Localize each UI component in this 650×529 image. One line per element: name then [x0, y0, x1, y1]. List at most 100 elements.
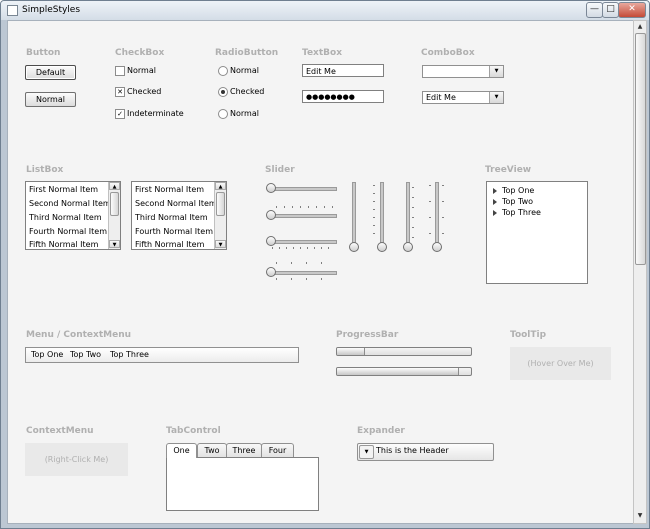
list-item[interactable]: Third Normal Item [135, 213, 208, 222]
list-item[interactable]: Fourth Normal Item [29, 227, 107, 236]
list-item[interactable]: First Normal Item [29, 185, 98, 194]
expand-arrow-icon[interactable] [493, 198, 497, 205]
vslider-4-track[interactable] [435, 182, 439, 248]
listbox-1-scrollbar[interactable]: ▲ ▼ [108, 182, 120, 249]
expand-arrow-icon[interactable] [493, 209, 497, 216]
tick [429, 185, 431, 186]
scroll-thumb[interactable] [635, 33, 646, 265]
tab-one[interactable]: One [166, 443, 197, 458]
hslider-3-track[interactable] [268, 240, 337, 244]
tab-two[interactable]: Two [197, 443, 227, 457]
tick [429, 233, 431, 234]
section-label-radiobutton: RadioButton [215, 48, 279, 58]
scroll-down-icon[interactable]: ▼ [109, 240, 120, 248]
tick [332, 206, 333, 208]
tick [321, 262, 322, 264]
tick [272, 247, 273, 249]
maximize-button[interactable]: □ [602, 2, 619, 18]
scroll-up-icon[interactable]: ▲ [215, 182, 226, 190]
hslider-1-thumb[interactable] [266, 183, 276, 193]
hslider-3-thumb[interactable] [266, 236, 276, 246]
list-item[interactable]: Fourth Normal Item [135, 227, 213, 236]
list-item[interactable]: Third Normal Item [29, 213, 102, 222]
tab-three[interactable]: Three [226, 443, 262, 457]
tick [306, 278, 307, 280]
vslider-1-thumb[interactable] [349, 242, 359, 252]
tick [412, 217, 414, 218]
tick [276, 206, 277, 208]
radio-normal-2[interactable] [218, 109, 228, 119]
chevron-down-icon[interactable]: ▼ [489, 92, 503, 103]
title-bar[interactable]: SimpleStyles — □ ✕ [1, 1, 649, 20]
normal-button[interactable]: Normal [25, 92, 76, 107]
progress-fill [337, 368, 459, 375]
radio-checked[interactable] [218, 87, 228, 97]
scroll-up-icon[interactable]: ▲ [109, 182, 120, 190]
default-button[interactable]: Default [25, 65, 76, 80]
tree-node[interactable]: Top Three [493, 208, 541, 217]
scroll-up-icon[interactable]: ▲ [635, 22, 645, 32]
tab-four[interactable]: Four [261, 443, 294, 457]
scroll-down-icon[interactable]: ▼ [215, 240, 226, 248]
checkbox-normal[interactable] [115, 66, 125, 76]
vslider-3-thumb[interactable] [403, 242, 413, 252]
menu-item-top-three[interactable]: Top Three [110, 350, 149, 359]
checkbox-checked[interactable]: ✕ [115, 87, 125, 97]
listbox-2-scrollbar[interactable]: ▲ ▼ [214, 182, 226, 249]
scroll-thumb[interactable] [110, 192, 119, 216]
listbox-1[interactable]: First Normal Item Second Normal Item Thi… [25, 181, 121, 250]
vslider-2-thumb[interactable] [377, 242, 387, 252]
menu-item-top-one[interactable]: Top One [31, 350, 63, 359]
tick [300, 247, 301, 249]
tick [324, 206, 325, 208]
expander[interactable]: ▼ This is the Header [357, 443, 494, 461]
section-label-tooltip: ToolTip [510, 330, 547, 340]
list-item[interactable]: Second Normal Item [29, 199, 111, 208]
section-label-progressbar: ProgressBar [336, 330, 399, 340]
treeview[interactable]: Top One Top Two Top Three [486, 181, 588, 284]
vslider-3-track[interactable] [406, 182, 410, 248]
combobox-editable-value: Edit Me [426, 93, 456, 102]
tree-node[interactable]: Top One [493, 186, 534, 195]
close-button[interactable]: ✕ [618, 2, 646, 18]
menu-item-top-two[interactable]: Top Two [70, 350, 101, 359]
expander-toggle-icon[interactable]: ▼ [359, 445, 374, 459]
chevron-down-icon[interactable]: ▼ [489, 66, 503, 77]
tick [429, 201, 431, 202]
list-item[interactable]: Fifth Normal Item [135, 240, 204, 249]
scroll-thumb[interactable] [216, 192, 225, 216]
scroll-down-icon[interactable]: ▼ [635, 511, 645, 521]
context-menu-target[interactable]: (Right-Click Me) [25, 443, 128, 476]
tooltip-target[interactable]: (Hover Over Me) [510, 347, 611, 380]
checkbox-indeterminate[interactable]: ✓ [115, 109, 125, 119]
combobox-editable[interactable]: Edit Me ▼ [422, 91, 504, 104]
tick [328, 247, 329, 249]
list-item[interactable]: First Normal Item [135, 185, 204, 194]
vslider-2-track[interactable] [380, 182, 384, 248]
hslider-2-thumb[interactable] [266, 210, 276, 220]
hslider-4-track[interactable] [268, 271, 337, 275]
tick [276, 262, 277, 264]
hslider-4-thumb[interactable] [266, 267, 276, 277]
tree-node-label: Top Three [502, 208, 541, 217]
tree-node[interactable]: Top Two [493, 197, 533, 206]
radio-normal-1[interactable] [218, 66, 228, 76]
tick [373, 217, 375, 218]
expand-arrow-icon[interactable] [493, 187, 497, 194]
window-scrollbar[interactable]: ▲ ▼ [633, 20, 647, 524]
list-item[interactable]: Fifth Normal Item [29, 240, 98, 249]
listbox-2[interactable]: First Normal Item Second Normal Item Thi… [131, 181, 227, 250]
hslider-1-track[interactable] [268, 187, 337, 191]
section-label-menu: Menu / ContextMenu [26, 330, 132, 340]
text-input[interactable]: Edit Me [302, 64, 384, 77]
password-input[interactable]: ●●●●●●●● [302, 90, 384, 103]
minimize-button[interactable]: — [586, 2, 603, 18]
tick [373, 209, 375, 210]
combobox-empty[interactable]: ▼ [422, 65, 504, 78]
tick [307, 247, 308, 249]
vslider-4-thumb[interactable] [432, 242, 442, 252]
hslider-2-track[interactable] [268, 214, 337, 218]
vslider-1-track[interactable] [352, 182, 356, 248]
list-item[interactable]: Second Normal Item [135, 199, 217, 208]
tick [279, 247, 280, 249]
